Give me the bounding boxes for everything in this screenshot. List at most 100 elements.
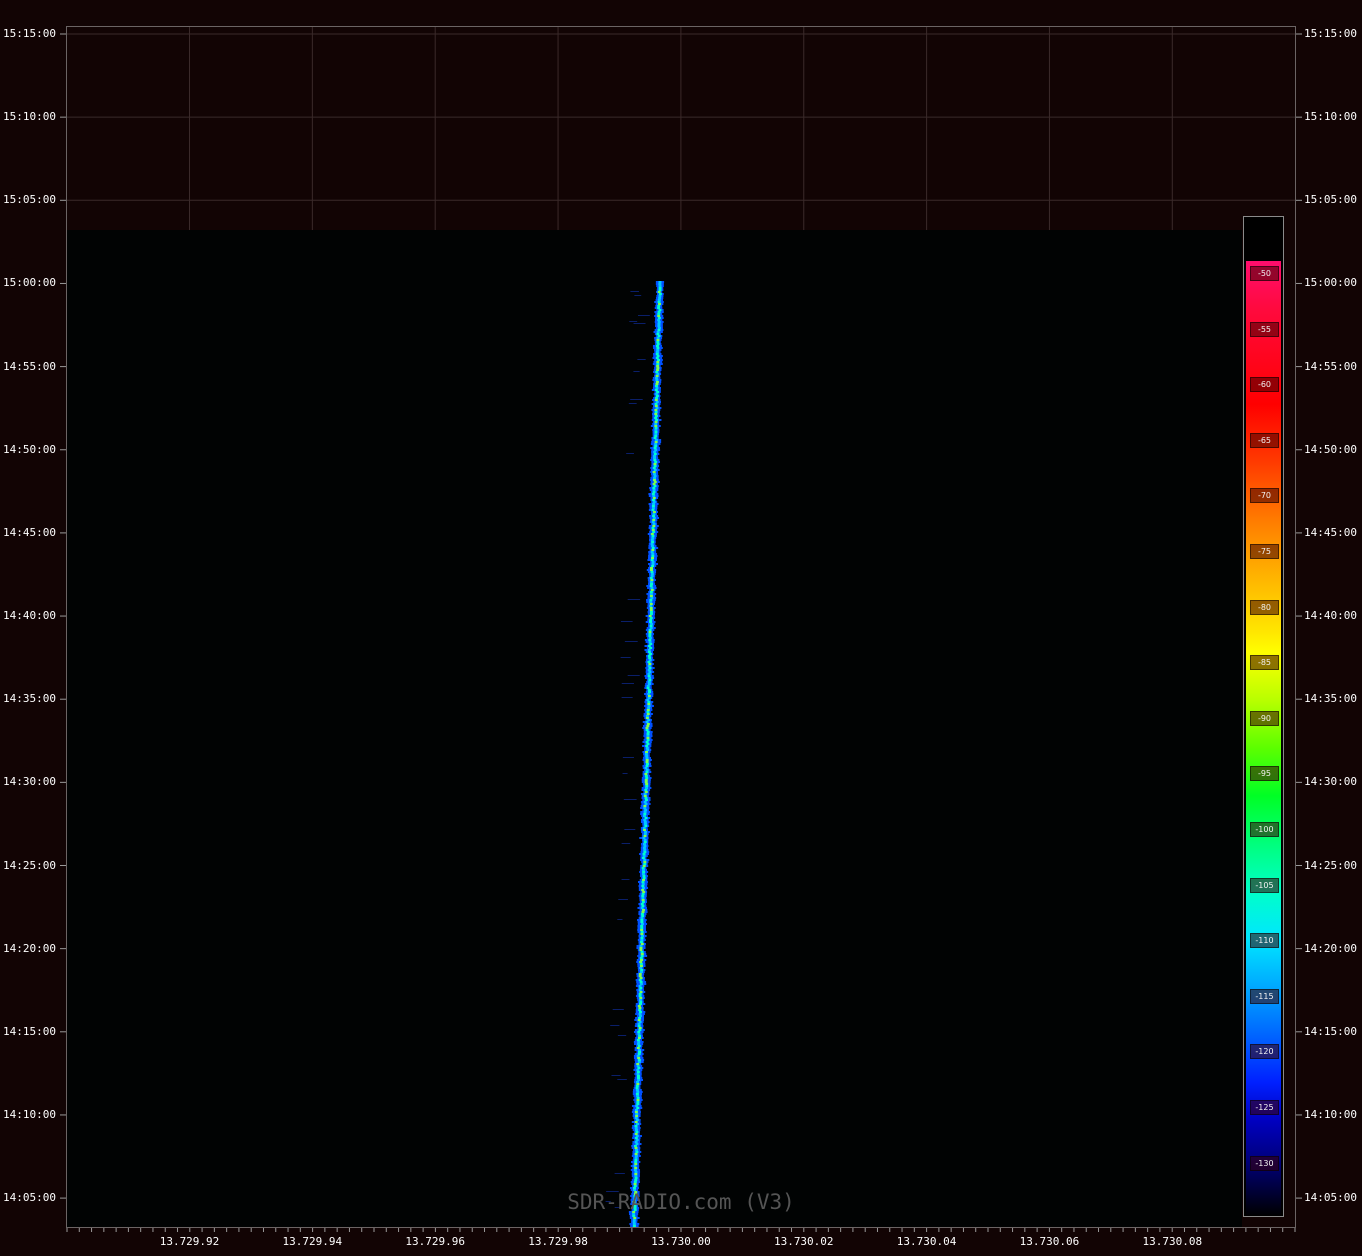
signal-trace-core bbox=[656, 343, 660, 345]
signal-trace-core bbox=[640, 943, 644, 945]
frequency-label: 13.729.94 bbox=[282, 1235, 343, 1248]
signal-trace-core bbox=[637, 1059, 641, 1061]
color-scale-label: -100 bbox=[1250, 822, 1279, 837]
signal-trace-core bbox=[637, 1025, 641, 1027]
signal-trace-core bbox=[655, 387, 659, 389]
signal-trace-core bbox=[643, 807, 647, 809]
signal-trace-core bbox=[641, 883, 645, 885]
signal-trace-core bbox=[638, 1021, 642, 1023]
signal-trace-core bbox=[640, 925, 644, 927]
signal-trace-core bbox=[644, 789, 648, 791]
signal-trace-core bbox=[652, 471, 656, 473]
noise-speck bbox=[637, 315, 650, 316]
signal-trace-core bbox=[643, 833, 647, 835]
signal-trace-core bbox=[649, 603, 653, 605]
signal-trace-core bbox=[652, 519, 656, 521]
signal-trace-core bbox=[652, 515, 656, 517]
noise-speck bbox=[621, 683, 634, 684]
signal-trace-core bbox=[632, 1187, 636, 1189]
signal-trace-core bbox=[649, 647, 653, 649]
signal-trace-core bbox=[658, 295, 662, 297]
signal-trace-core bbox=[649, 569, 653, 571]
signal-trace-core bbox=[632, 1225, 636, 1227]
noise-speck bbox=[618, 899, 628, 900]
signal-trace-core bbox=[639, 945, 643, 947]
signal-trace-core bbox=[636, 1077, 640, 1079]
signal-trace-core bbox=[653, 455, 657, 457]
signal-trace-core bbox=[637, 1031, 641, 1033]
signal-trace-core bbox=[643, 821, 647, 823]
time-label-right: 14:50:00 bbox=[1304, 442, 1357, 456]
signal-trace-core bbox=[648, 639, 652, 641]
time-label-left: 14:10:00 bbox=[3, 1107, 56, 1121]
signal-trace-core bbox=[640, 933, 644, 935]
signal-trace-core bbox=[634, 1147, 638, 1149]
signal-trace-core bbox=[647, 683, 651, 685]
signal-trace-core bbox=[657, 305, 661, 307]
signal-trace-core bbox=[646, 725, 650, 727]
signal-trace-core bbox=[636, 1071, 640, 1073]
signal-trace-core bbox=[646, 685, 650, 687]
signal-trace-core bbox=[654, 427, 658, 429]
signal-trace-core bbox=[636, 1083, 640, 1085]
color-scale-label: -105 bbox=[1250, 877, 1279, 893]
signal-trace-core bbox=[658, 293, 662, 295]
time-label-right: 14:45:00 bbox=[1304, 525, 1357, 539]
signal-trace-core bbox=[658, 309, 662, 311]
color-scale-label: -90 bbox=[1250, 710, 1279, 726]
signal-trace-core bbox=[636, 1073, 640, 1075]
signal-trace-core bbox=[640, 921, 644, 923]
signal-trace-core bbox=[634, 1163, 638, 1165]
signal-trace-core bbox=[637, 1023, 641, 1025]
signal-trace-core bbox=[638, 1035, 642, 1037]
signal-trace-core bbox=[649, 625, 653, 627]
signal-trace-core bbox=[650, 571, 654, 573]
signal-trace-core bbox=[635, 1105, 639, 1107]
signal-trace-core bbox=[637, 1057, 641, 1059]
signal-trace-core bbox=[640, 923, 644, 925]
signal-trace-core bbox=[654, 385, 658, 387]
signal-trace-core bbox=[640, 939, 644, 941]
signal-trace-core bbox=[640, 917, 644, 919]
signal-trace-core bbox=[635, 1113, 639, 1115]
time-label-left: 15:10:00 bbox=[3, 110, 56, 124]
signal-trace-core bbox=[651, 529, 655, 531]
signal-trace-core bbox=[637, 1041, 641, 1043]
signal-trace-core bbox=[649, 601, 653, 603]
signal-trace-core bbox=[656, 355, 660, 357]
time-label-right: 14:15:00 bbox=[1304, 1024, 1357, 1038]
noise-speck bbox=[626, 453, 634, 454]
signal-trace-core bbox=[655, 379, 659, 381]
signal-trace-core bbox=[647, 673, 651, 675]
signal-trace-core bbox=[647, 649, 651, 651]
time-label-left: 14:35:00 bbox=[3, 692, 56, 706]
signal-trace-core bbox=[653, 477, 657, 479]
signal-trace-core bbox=[647, 645, 651, 647]
signal-trace-core bbox=[649, 627, 653, 629]
signal-trace-core bbox=[651, 507, 655, 509]
signal-trace-core bbox=[649, 591, 653, 593]
signal-trace-core bbox=[639, 957, 643, 959]
signal-trace-core bbox=[632, 1219, 636, 1221]
signal-trace-core bbox=[647, 675, 651, 677]
signal-trace-core bbox=[644, 799, 648, 801]
time-label-right: 15:05:00 bbox=[1304, 193, 1357, 207]
signal-trace-core bbox=[643, 805, 647, 807]
signal-trace-core bbox=[634, 1111, 638, 1113]
signal-trace-core bbox=[652, 503, 656, 505]
signal-trace-core bbox=[643, 801, 647, 803]
signal-trace-core bbox=[634, 1117, 638, 1119]
signal-trace-core bbox=[634, 1161, 638, 1163]
signal-trace-core bbox=[648, 679, 652, 681]
signal-trace-core bbox=[656, 333, 660, 335]
signal-trace-core bbox=[652, 525, 656, 527]
frequency-label: 13.729.92 bbox=[159, 1235, 220, 1248]
signal-trace-core bbox=[651, 499, 655, 501]
signal-trace-core bbox=[638, 975, 642, 977]
noise-speck bbox=[627, 675, 640, 676]
signal-trace-core bbox=[650, 587, 654, 589]
signal-trace-core bbox=[634, 1177, 638, 1179]
signal-trace-core bbox=[652, 523, 656, 525]
signal-trace-core bbox=[643, 835, 647, 837]
signal-trace-core bbox=[642, 855, 646, 857]
